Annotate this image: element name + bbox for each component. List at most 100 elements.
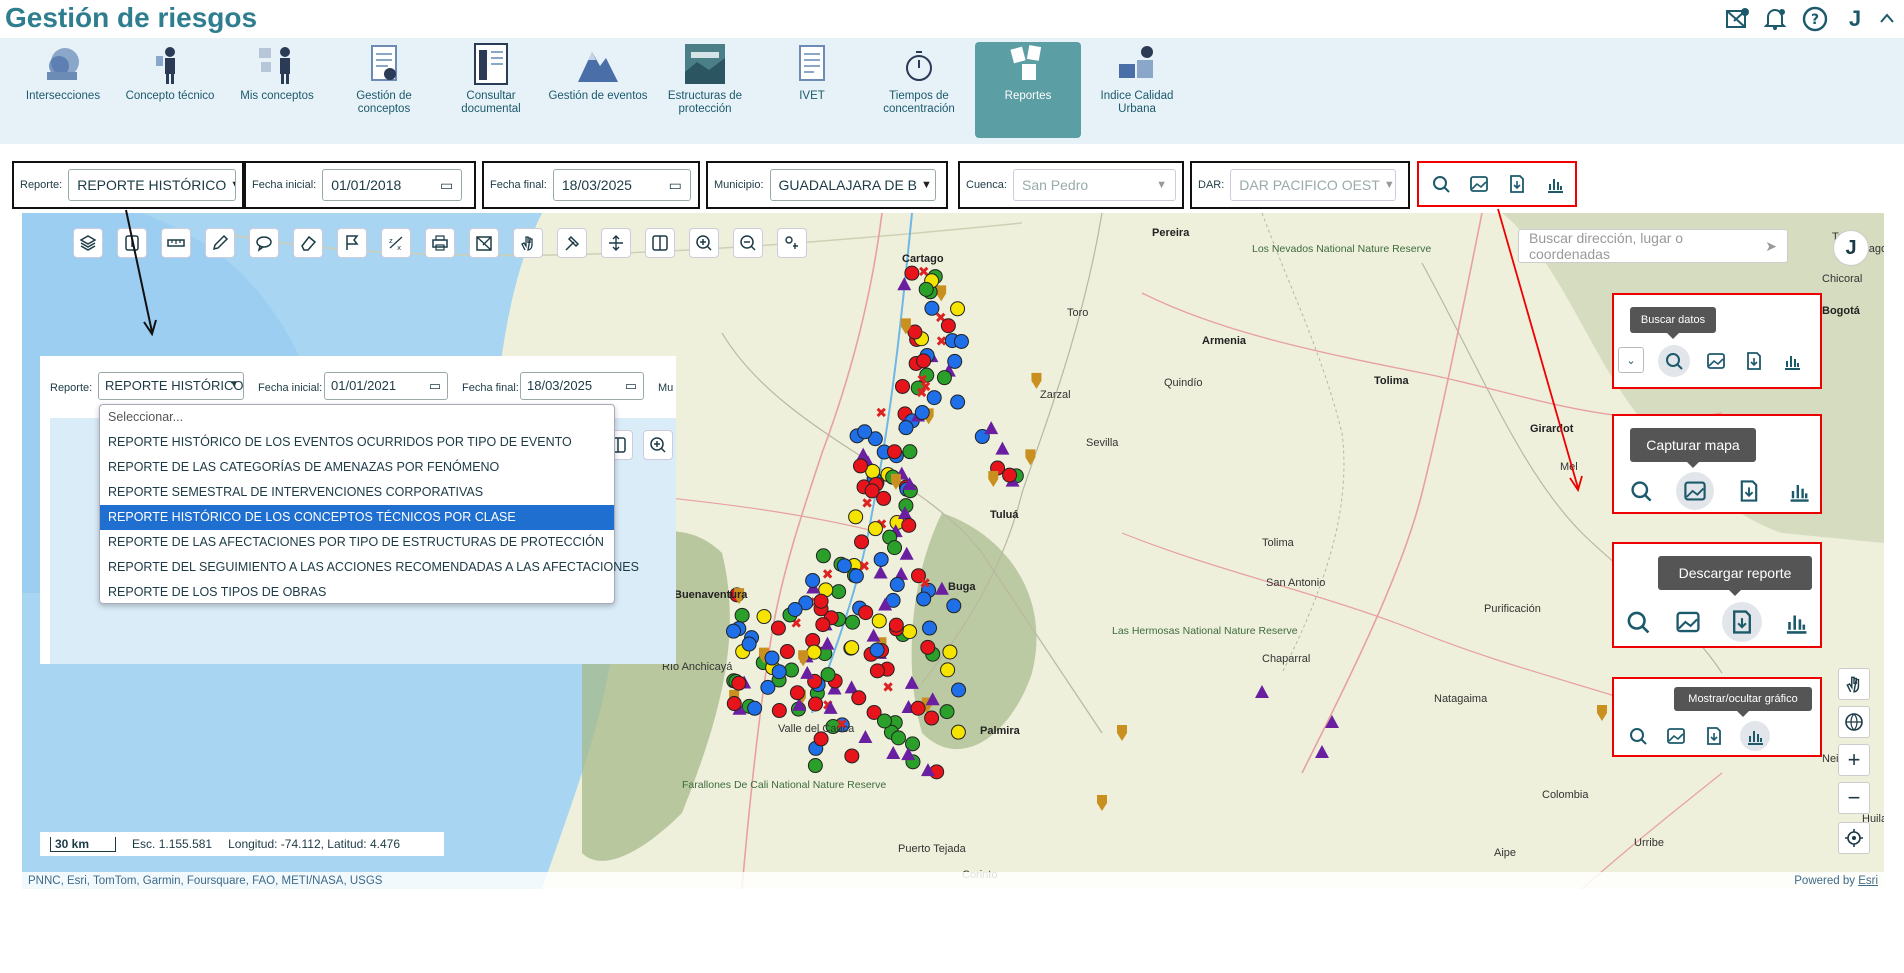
zoom-out-icon[interactable]: [733, 228, 763, 258]
inset-fecha-final-input[interactable]: 18/03/2025 ▭: [520, 372, 644, 400]
layers-icon[interactable]: [73, 228, 103, 258]
search-icon[interactable]: [1626, 724, 1650, 748]
nav-item-reportes[interactable]: Reportes: [975, 42, 1081, 138]
pan-hand-icon[interactable]: [1838, 668, 1870, 700]
calendar-icon[interactable]: ▭: [429, 378, 441, 394]
inset-reporte-label: Reporte:: [50, 382, 93, 394]
map-clear-icon[interactable]: [469, 228, 499, 258]
event-marker: [904, 265, 920, 281]
nav-item-consultar-documental[interactable]: Consultar documental: [438, 42, 544, 138]
event-marker: [942, 644, 958, 660]
eraser-icon[interactable]: [293, 228, 323, 258]
split-view-icon[interactable]: [645, 228, 675, 258]
hand-icon[interactable]: [513, 228, 543, 258]
nav-item-mis-conceptos[interactable]: Mis conceptos: [224, 42, 330, 138]
bar-chart-icon[interactable]: [1784, 476, 1814, 506]
image-icon[interactable]: [1676, 472, 1714, 510]
image-icon[interactable]: [1672, 606, 1704, 638]
map-attribution: PNNC, Esri, TomTom, Garmin, Foursquare, …: [22, 872, 1884, 890]
nav-item-tiempos-concentracion[interactable]: Tiempos de concentración: [866, 42, 972, 138]
send-icon[interactable]: ➤: [1765, 238, 1777, 255]
download-report-icon[interactable]: [1734, 476, 1764, 506]
calendar-icon[interactable]: ▭: [625, 378, 637, 394]
download-report-icon[interactable]: [1702, 724, 1726, 748]
user-avatar[interactable]: J: [1840, 4, 1870, 34]
map-user-avatar[interactable]: J: [1833, 230, 1869, 266]
option-report[interactable]: REPORTE DE LOS TIPOS DE OBRAS: [100, 580, 614, 605]
zoom-in-icon[interactable]: [689, 228, 719, 258]
search-icon[interactable]: [1622, 606, 1654, 638]
address-search-input[interactable]: Buscar dirección, lugar o coordenadas ➤: [1518, 229, 1788, 263]
bar-chart-icon[interactable]: [1740, 721, 1770, 751]
option-report[interactable]: REPORTE DE LAS CATEGORÍAS DE AMENAZAS PO…: [100, 455, 614, 480]
bar-chart-icon[interactable]: [1780, 349, 1804, 373]
event-marker: [1002, 467, 1018, 483]
chevron-up-icon[interactable]: [1872, 4, 1902, 34]
nav-item-gestion-eventos[interactable]: Gestión de eventos: [545, 42, 651, 138]
calendar-icon[interactable]: ▭: [440, 177, 453, 194]
place-label: Natagaima: [1434, 693, 1488, 705]
ruler-icon[interactable]: [161, 228, 191, 258]
globe-icon[interactable]: [1838, 706, 1870, 738]
search-icon[interactable]: [1658, 345, 1690, 377]
flag-icon[interactable]: [337, 228, 367, 258]
legend-icon[interactable]: [117, 228, 147, 258]
chevron-down-icon[interactable]: ⌄: [1618, 347, 1644, 373]
inset-reporte-select[interactable]: REPORTE HISTÓRICO ▼: [98, 372, 244, 400]
nav-item-concepto-tecnico[interactable]: Concepto técnico: [117, 42, 223, 138]
map-alert-icon[interactable]: [1722, 4, 1752, 34]
print-icon[interactable]: [425, 228, 455, 258]
search-icon[interactable]: [1626, 476, 1656, 506]
option-report[interactable]: REPORTE HISTÓRICO DE LOS EVENTOS OCURRID…: [100, 430, 614, 455]
reporte-select[interactable]: REPORTE HISTÓRICO▼: [68, 169, 236, 201]
fecha-final-input[interactable]: 18/03/2025 ▭: [552, 169, 691, 201]
bell-icon[interactable]: [1760, 4, 1790, 34]
nav-item-ivet[interactable]: IVET: [759, 42, 865, 138]
coordinates-icon[interactable]: zx: [381, 228, 411, 258]
nav-item-estructuras-proteccion[interactable]: Estructuras de protección: [652, 42, 758, 138]
help-icon[interactable]: ?: [1800, 4, 1830, 34]
search-icon[interactable]: [1429, 172, 1453, 196]
option-report[interactable]: REPORTE SEMESTRAL DE INTERVENCIONES CORP…: [100, 480, 614, 505]
event-marker: [1025, 449, 1036, 466]
nav-item-gestion-conceptos[interactable]: Gestión de conceptos: [331, 42, 437, 138]
inset-reporte-value: REPORTE HISTÓRICO: [105, 378, 244, 393]
download-report-icon[interactable]: [1742, 349, 1766, 373]
download-report-icon[interactable]: [1505, 172, 1529, 196]
bar-chart-icon[interactable]: [1780, 606, 1812, 638]
comment-icon[interactable]: [249, 228, 279, 258]
cuenca-select[interactable]: San Pedro ▼: [1012, 169, 1176, 201]
option-seleccionar[interactable]: Seleccionar...: [100, 405, 614, 430]
municipio-select[interactable]: GUADALAJARA DE B ▼: [769, 169, 936, 201]
event-marker: [876, 490, 892, 506]
option-report[interactable]: REPORTE DE LAS AFECTACIONES POR TIPO DE …: [100, 530, 614, 555]
event-markers: ✖✖✖✖✖✖✖✖✖✖✖✖✖✖✖✖✖✖: [725, 265, 1607, 811]
option-report[interactable]: REPORTE DEL SEGUIMIENTO A LAS ACCIONES R…: [100, 555, 639, 580]
option-report-selected[interactable]: REPORTE HISTÓRICO DE LOS CONCEPTOS TÉCNI…: [100, 505, 614, 530]
fecha-inicial-input[interactable]: 01/01/2018 ▭: [322, 169, 463, 201]
dar-select[interactable]: DAR PACIFICO OEST ▼: [1230, 169, 1397, 201]
place-label: Toro: [1067, 307, 1089, 319]
pencil-icon[interactable]: [205, 228, 235, 258]
measure-icon[interactable]: [777, 228, 807, 258]
image-icon[interactable]: [1467, 172, 1491, 196]
zoom-out-button[interactable]: −: [1838, 782, 1870, 814]
download-report-icon[interactable]: [1722, 602, 1762, 642]
nav-item-intersecciones[interactable]: Intersecciones: [10, 42, 116, 138]
pan-icon[interactable]: [601, 228, 631, 258]
event-marker: [920, 639, 936, 655]
place-label: Quindío: [1164, 377, 1203, 389]
image-icon[interactable]: [1704, 349, 1728, 373]
nav-label: Consultar documental: [461, 90, 521, 115]
hammer-icon[interactable]: [557, 228, 587, 258]
bar-chart-icon[interactable]: [1543, 172, 1567, 196]
nav-item-indice-calidad-urbana[interactable]: Indice Calidad Urbana: [1084, 42, 1190, 138]
locate-icon[interactable]: [1838, 822, 1870, 854]
image-icon[interactable]: [1664, 724, 1688, 748]
inset-fecha-inicial-input[interactable]: 01/01/2021 ▭: [324, 372, 448, 400]
esri-link[interactable]: Esri: [1858, 875, 1878, 887]
event-marker: [950, 724, 966, 740]
calendar-icon[interactable]: ▭: [669, 177, 682, 194]
zoom-in-button[interactable]: +: [1838, 744, 1870, 776]
event-marker: [731, 675, 747, 691]
